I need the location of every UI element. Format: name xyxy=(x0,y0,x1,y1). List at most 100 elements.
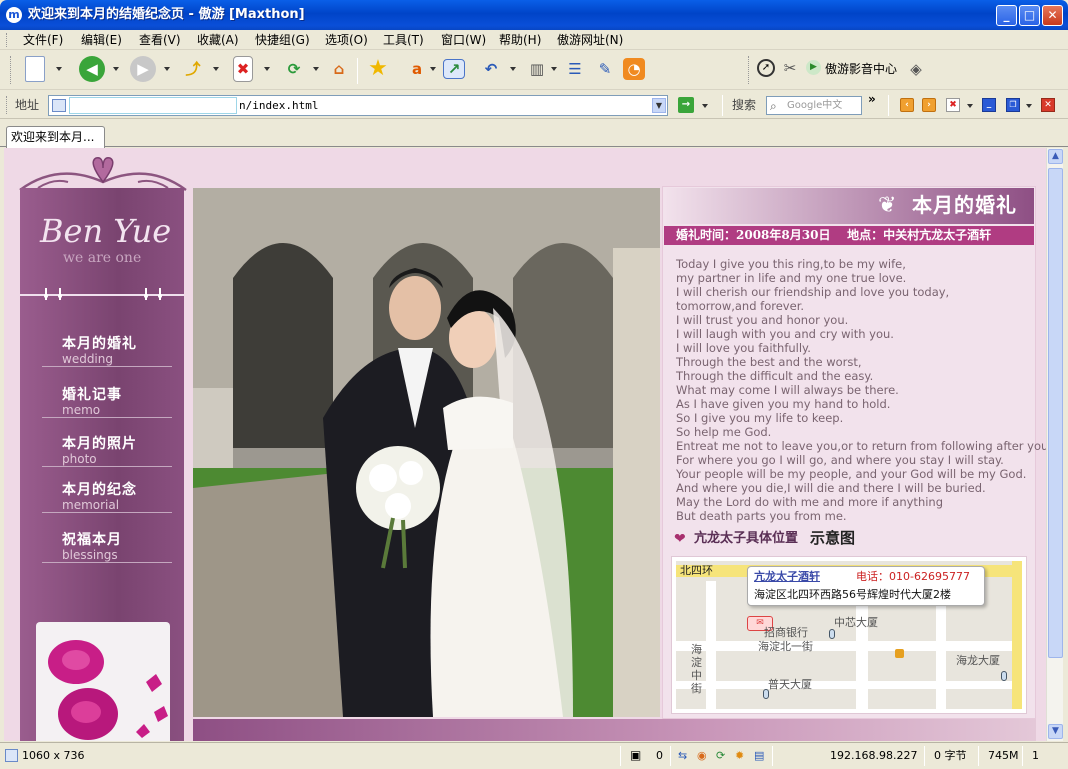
compass-icon[interactable]: ➚ xyxy=(757,59,775,77)
rss-icon[interactable]: ◔ xyxy=(623,58,645,80)
menu-view[interactable]: 查看(V) xyxy=(139,32,181,48)
network-icon[interactable]: ⇆ xyxy=(678,743,687,768)
vertical-scrollbar[interactable]: ▲ ▼ xyxy=(1046,148,1063,741)
minimize-button[interactable]: _ xyxy=(996,5,1017,26)
menu-favorites[interactable]: 收藏(A) xyxy=(197,32,239,48)
poem-line: Through the difficult and the easy. xyxy=(676,369,874,383)
columns-icon[interactable]: ▥ xyxy=(524,56,550,82)
favorites-star-icon[interactable]: ★ xyxy=(365,56,391,82)
maximize-button[interactable]: □ xyxy=(1019,5,1040,26)
page-size: 1060 x 736 xyxy=(22,749,85,762)
wedding-info: 婚礼时间：2008年8月30日 地点：中关村亢龙太子酒轩 xyxy=(676,228,992,242)
menu-help[interactable]: 帮助(H) xyxy=(499,32,541,48)
nav-photo[interactable]: 本月的照片 photo xyxy=(42,435,172,467)
bus-stop-icon xyxy=(1001,671,1007,681)
go-icon[interactable]: → xyxy=(678,97,694,113)
scroll-thumb[interactable] xyxy=(1048,168,1063,658)
up-dropdown-icon[interactable] xyxy=(213,67,219,71)
sync-icon[interactable]: ⟳ xyxy=(716,743,725,768)
up-icon[interactable]: ⤴ xyxy=(180,56,206,82)
nav-blessings[interactable]: 祝福本月 blessings xyxy=(42,531,172,563)
new-page-icon[interactable] xyxy=(25,56,45,82)
more-chevron-icon[interactable]: » xyxy=(868,92,876,106)
poem-line: So help me God. xyxy=(676,425,772,439)
address-separator-2 xyxy=(888,95,889,116)
home-icon[interactable]: ⌂ xyxy=(326,56,352,82)
address-dropdown-icon[interactable]: ▼ xyxy=(652,98,666,113)
menu-grip xyxy=(6,33,9,47)
tools-icon[interactable]: ✂ xyxy=(780,59,800,77)
go-dropdown-icon[interactable] xyxy=(702,104,708,108)
forward-dropdown-icon[interactable] xyxy=(164,67,170,71)
poem-line: Your people will be my people, and your … xyxy=(676,467,1027,481)
translate-icon[interactable]: a xyxy=(404,56,430,82)
title-bar[interactable]: m 欢迎来到本月的结婚纪念页 - 傲游 [Maxthon] _ □ ✕ xyxy=(0,0,1068,30)
scroll-up-icon[interactable]: ▲ xyxy=(1048,149,1063,164)
popup-blocker-icon[interactable]: ▣ xyxy=(630,743,641,768)
refresh-icon[interactable]: ⟳ xyxy=(281,56,307,82)
map-road xyxy=(706,581,716,709)
address-input[interactable]: n/index.html ▼ xyxy=(48,95,668,116)
undo-dropdown-icon[interactable] xyxy=(510,67,516,71)
nav-memorial-sub: memorial xyxy=(62,498,120,512)
poem-line: What may come I will always be there. xyxy=(676,383,899,397)
nav-memo[interactable]: 婚礼记事 memo xyxy=(42,386,172,418)
minimize-tab-icon[interactable]: _ xyxy=(982,98,996,112)
list-icon[interactable]: ☰ xyxy=(562,56,588,82)
proxy-icon[interactable]: ◉ xyxy=(697,743,707,768)
nav-memorial[interactable]: 本月的纪念 memorial xyxy=(42,481,172,513)
settings-icon[interactable]: ✹ xyxy=(735,743,744,768)
stop-dropdown-icon[interactable] xyxy=(264,67,270,71)
scroll-down-icon[interactable]: ▼ xyxy=(1048,724,1063,739)
menu-edit[interactable]: 编辑(E) xyxy=(81,32,122,48)
menu-file[interactable]: 文件(F) xyxy=(23,32,63,48)
stop-icon[interactable]: ✖ xyxy=(233,56,253,82)
forward-icon[interactable]: ▶ xyxy=(130,56,156,82)
location-map[interactable]: 北四环 ✉ 招商银行 海淀北一街 中芯大厦 海 淀 中 街 普天大厦 海龙大厦 … xyxy=(671,556,1027,714)
poem-line: So I give you my life to keep. xyxy=(676,411,844,425)
translate-dropdown-icon[interactable] xyxy=(430,67,436,71)
diamond-icon[interactable]: ◈ xyxy=(906,59,926,79)
menu-window[interactable]: 窗口(W) xyxy=(441,32,486,48)
tab-wedding-page[interactable]: 欢迎来到本月... xyxy=(6,126,105,148)
restore-tab-icon[interactable]: ❐ xyxy=(1006,98,1020,112)
close-tab-icon[interactable]: ✖ xyxy=(946,98,960,112)
poi-icon xyxy=(895,649,904,658)
menu-options[interactable]: 选项(O) xyxy=(325,32,368,48)
close-page-icon[interactable]: ✕ xyxy=(1041,98,1055,112)
blocked-count: 0 xyxy=(656,749,663,762)
undo-icon[interactable]: ↶ xyxy=(478,56,504,82)
back-dropdown-icon[interactable] xyxy=(113,67,119,71)
address-value[interactable]: n/index.html xyxy=(239,98,318,114)
hotel-link[interactable]: 亢龙太子酒轩 xyxy=(754,570,820,584)
close-tab-dropdown-icon[interactable] xyxy=(967,104,973,108)
restore-tab-dropdown-icon[interactable] xyxy=(1026,104,1032,108)
hotel-address: 海淀区北四环西路56号辉煌时代大厦2楼 xyxy=(754,588,951,601)
nav-memorial-label: 本月的纪念 xyxy=(62,482,137,498)
toolbar-separator xyxy=(357,58,358,84)
search-input[interactable]: ⌕ Google中文 xyxy=(766,96,862,115)
vertical-street-label: 海 淀 中 街 xyxy=(691,643,702,695)
new-page-dropdown-icon[interactable] xyxy=(56,67,62,71)
menu-tools[interactable]: 工具(T) xyxy=(383,32,424,48)
next-tab-icon[interactable]: › xyxy=(922,98,936,112)
prev-tab-icon[interactable]: ‹ xyxy=(900,98,914,112)
edit-icon[interactable]: ✎ xyxy=(592,56,618,82)
close-button[interactable]: ✕ xyxy=(1042,5,1063,26)
play-icon[interactable]: ▶ xyxy=(806,60,821,75)
back-icon[interactable]: ◀ xyxy=(79,56,105,82)
poem-line: my partner in life and my one true love. xyxy=(676,271,907,285)
heading-swirl-icon: ❦ xyxy=(878,193,897,218)
nav-blessings-label: 祝福本月 xyxy=(62,532,122,548)
status-separator xyxy=(670,746,671,766)
nav-wedding[interactable]: 本月的婚礼 wedding xyxy=(42,335,172,367)
page-heading: 本月的婚礼 xyxy=(912,193,1017,217)
new-window-icon[interactable]: ↗ xyxy=(443,59,465,79)
media-center-label[interactable]: 傲游影音中心 xyxy=(825,61,897,77)
menu-groups[interactable]: 快捷组(G) xyxy=(255,32,310,48)
columns-dropdown-icon[interactable] xyxy=(551,67,557,71)
monitor-icon[interactable]: ▤ xyxy=(754,743,764,768)
menu-maxthon-sites[interactable]: 傲游网址(N) xyxy=(557,32,623,48)
building-label: 中芯大厦 xyxy=(834,616,878,629)
refresh-dropdown-icon[interactable] xyxy=(313,67,319,71)
